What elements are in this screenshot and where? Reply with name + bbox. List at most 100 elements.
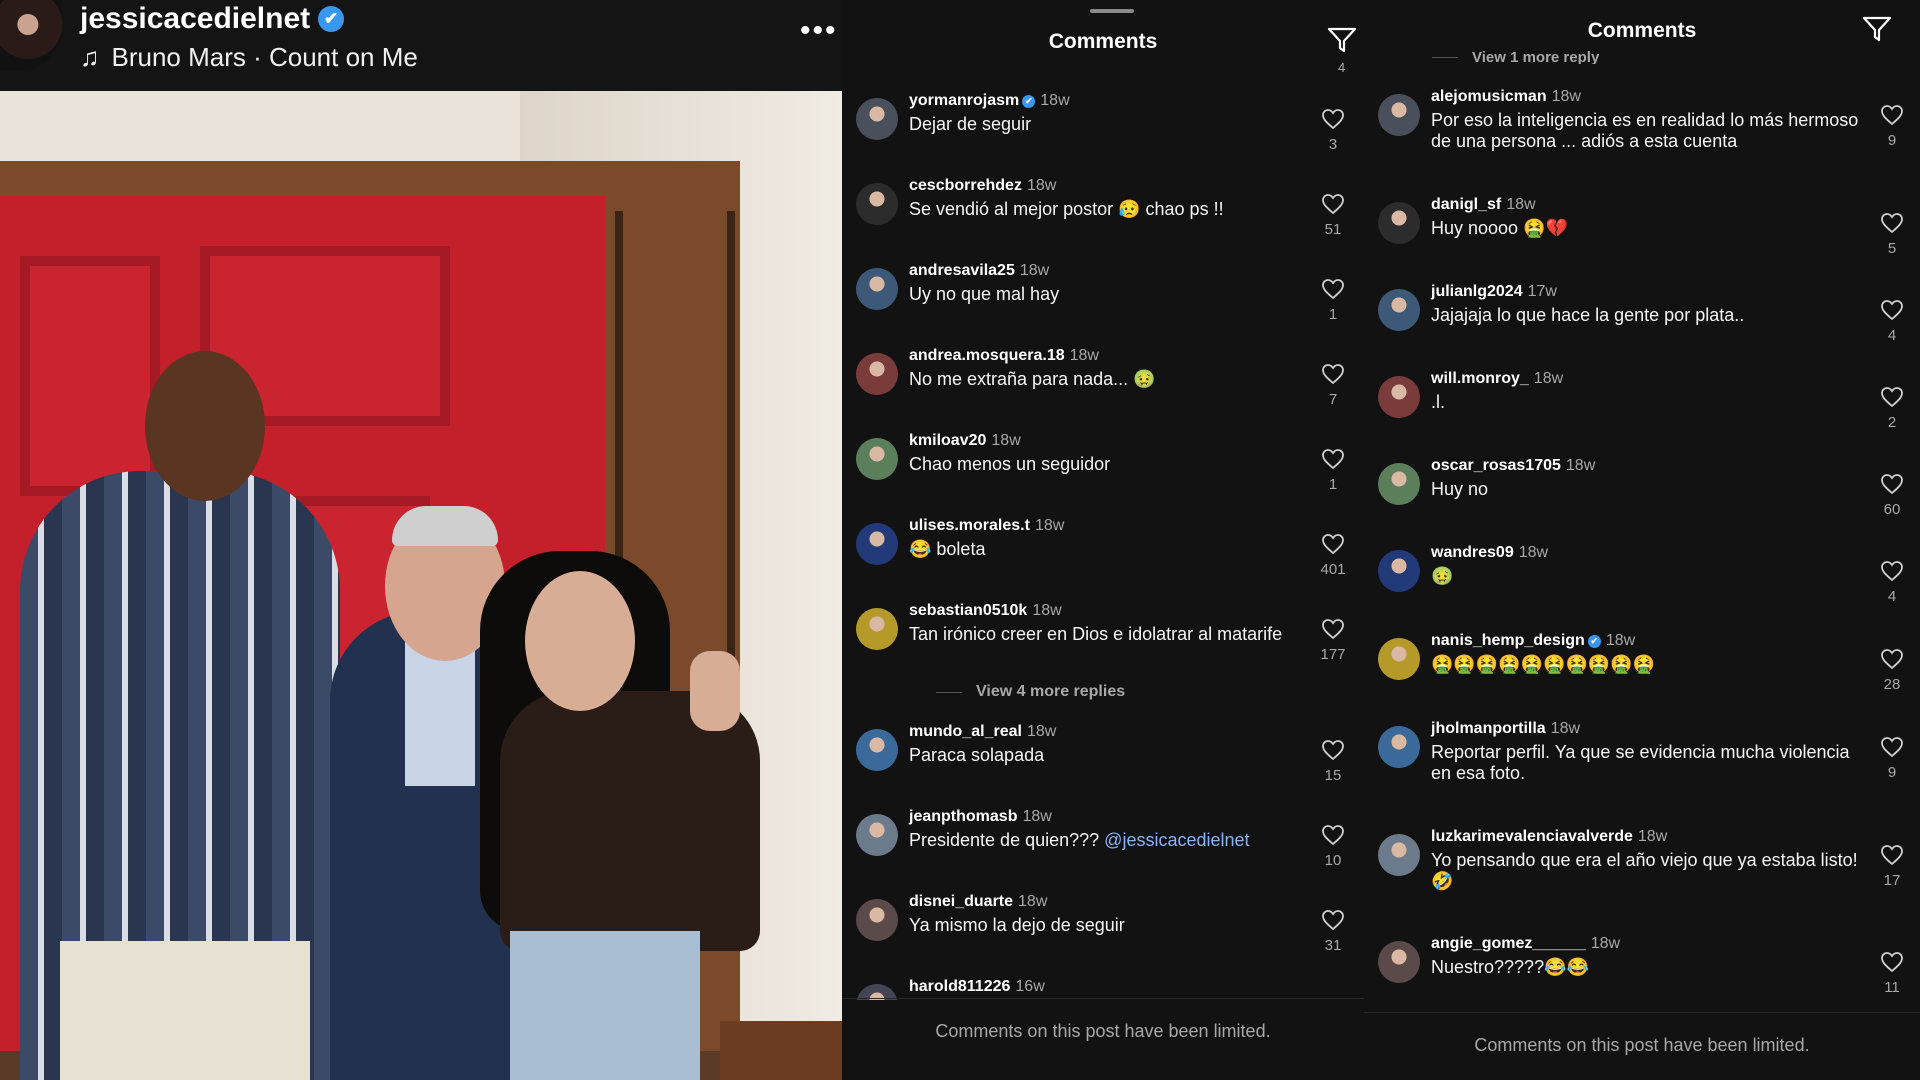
comment-username[interactable]: jholmanportilla [1431,720,1546,737]
comment-item[interactable]: mundo_al_real 18w Paraca solapada 15 [856,723,1348,808]
like-heart-icon[interactable] [1880,951,1904,973]
comment-username[interactable]: jeanpthomasb [909,808,1017,825]
comment-item[interactable]: julianlg2024 17w Jajajaja lo que hace la g… [1378,283,1906,368]
comment-avatar[interactable] [1378,463,1420,505]
comment-mention-link[interactable]: @jessicacedielnet [1104,830,1249,850]
comment-avatar[interactable] [856,353,898,395]
comment-item[interactable]: wandres09 18w 🤢 4 [1378,544,1906,629]
comment-username[interactable]: yormanrojasm [909,92,1019,109]
comment-like-count: 15 [1324,767,1342,784]
comment-avatar[interactable] [856,98,898,140]
comment-avatar[interactable] [1378,834,1420,876]
view-more-replies[interactable]: View 1 more reply [1432,50,1599,64]
comment-username[interactable]: disnei_duarte [909,893,1013,910]
comment-item[interactable]: disnei_duarte 18w Ya mismo la dejo de segu… [856,893,1348,978]
comment-item[interactable]: jholmanportilla 18w Reportar perfil. Ya qu… [1378,720,1906,805]
like-heart-icon[interactable] [1321,533,1345,555]
comment-item[interactable]: will.monroy_ 18w .l. 2 [1378,370,1906,455]
comment-avatar[interactable] [856,608,898,650]
comment-item[interactable]: nanis_hemp_design ✔ 18w 🤮🤮🤮🤮🤮🤮🤮🤮🤮🤮 28 [1378,632,1906,717]
comment-avatar[interactable] [856,814,898,856]
comment-item[interactable]: luzkarimevalenciavalverde 18w Yo pensando … [1378,828,1906,913]
like-heart-icon[interactable] [1880,212,1904,234]
like-heart-icon[interactable] [1321,193,1345,215]
like-heart-icon[interactable] [1880,736,1904,758]
drag-handle[interactable] [1090,9,1134,13]
like-heart-icon[interactable] [1321,909,1345,931]
post-music[interactable]: ♫ Bruno Mars · Count on Me [80,42,418,73]
comment-username[interactable]: angie_gomez______ [1431,935,1586,952]
comment-avatar[interactable] [1378,941,1420,983]
comment-item[interactable]: cescborrehdez 18w Se vendió al mejor posto… [856,177,1348,262]
like-heart-icon[interactable] [1321,618,1345,640]
comment-username[interactable]: ulises.morales.t [909,517,1030,534]
comment-text: .l. [1431,392,1863,413]
comment-avatar[interactable] [856,268,898,310]
comment-avatar[interactable] [1378,638,1420,680]
comment-item[interactable]: danigl_sf 18w Huy noooo 🤮💔 5 [1378,196,1906,281]
comment-username[interactable]: wandres09 [1431,544,1514,561]
comment-item[interactable]: kmiloav20 18w Chao menos un seguidor 1 [856,432,1348,517]
comment-username[interactable]: nanis_hemp_design [1431,632,1585,649]
comment-item[interactable]: angie_gomez______ 18w Nuestro?????😂😂 11 [1378,935,1906,1000]
comment-avatar[interactable] [856,729,898,771]
view-more-replies-label[interactable]: View 1 more reply [1472,50,1599,64]
like-heart-icon[interactable] [1321,448,1345,470]
comment-item[interactable]: ulises.morales.t 18w 😂 boleta 401 [856,517,1348,602]
filter-icon[interactable] [1327,26,1357,54]
comment-item[interactable]: alejomusicman 18w Por eso la inteligencia … [1378,88,1906,173]
comment-username[interactable]: will.monroy_ [1431,370,1529,387]
comment-avatar[interactable] [1378,94,1420,136]
view-more-replies-label[interactable]: View 4 more replies [976,683,1125,701]
comment-item[interactable]: harold811226 16w [856,978,1348,1000]
like-heart-icon[interactable] [1880,648,1904,670]
post-author[interactable]: jessicacedielnet ✔ [80,2,345,36]
like-heart-icon[interactable] [1880,844,1904,866]
comment-username[interactable]: kmiloav20 [909,432,986,449]
comment-item[interactable]: yormanrojasm ✔ 18w Dejar de seguir 3 [856,92,1348,177]
comment-avatar[interactable] [1378,289,1420,331]
comment-item[interactable]: sebastian0510k 18w Tan irónico creer en Di… [856,602,1348,687]
comment-username[interactable]: andresavila25 [909,262,1015,279]
post-photo[interactable] [0,91,842,1080]
comment-username[interactable]: alejomusicman [1431,88,1547,105]
comment-username[interactable]: julianlg2024 [1431,283,1523,300]
like-heart-icon[interactable] [1880,299,1904,321]
like-heart-icon[interactable] [1321,363,1345,385]
comment-item[interactable]: andrea.mosquera.18 18w No me extraña para … [856,347,1348,432]
like-heart-icon[interactable] [1321,824,1345,846]
comment-username[interactable]: sebastian0510k [909,602,1027,619]
comment-avatar[interactable] [1378,726,1420,768]
like-heart-icon[interactable] [1880,386,1904,408]
comment-username[interactable]: luzkarimevalenciavalverde [1431,828,1633,845]
like-heart-icon[interactable] [1321,278,1345,300]
view-more-replies[interactable]: View 4 more replies [936,683,1125,701]
comment-username[interactable]: cescborrehdez [909,177,1022,194]
comment-avatar[interactable] [856,438,898,480]
comment-avatar[interactable] [1378,202,1420,244]
like-heart-icon[interactable] [1880,104,1904,126]
post-author-avatar[interactable] [0,0,62,70]
music-track[interactable]: Bruno Mars · Count on Me [112,42,418,73]
comment-username[interactable]: mundo_al_real [909,723,1022,740]
comment-avatar[interactable] [856,523,898,565]
comment-username[interactable]: harold811226 [909,978,1010,995]
comment-username[interactable]: andrea.mosquera.18 [909,347,1065,364]
post-username[interactable]: jessicacedielnet [80,2,310,36]
comment-avatar[interactable] [856,899,898,941]
like-heart-icon[interactable] [1321,108,1345,130]
like-heart-icon[interactable] [1880,560,1904,582]
comment-item[interactable]: oscar_rosas1705 18w Huy no 60 [1378,457,1906,542]
more-options-icon[interactable]: ••• [800,14,838,48]
like-heart-icon[interactable] [1321,739,1345,761]
comment-item[interactable]: jeanpthomasb 18w Presidente de quien??? @j… [856,808,1348,893]
like-heart-icon[interactable] [1880,473,1904,495]
comment-username[interactable]: danigl_sf [1431,196,1501,213]
comment-username[interactable]: oscar_rosas1705 [1431,457,1561,474]
comment-timestamp: 18w [1590,935,1621,952]
comment-avatar[interactable] [856,183,898,225]
filter-icon[interactable] [1862,15,1892,43]
comment-item[interactable]: andresavila25 18w Uy no que mal hay 1 [856,262,1348,347]
comment-avatar[interactable] [1378,550,1420,592]
comment-avatar[interactable] [1378,376,1420,418]
